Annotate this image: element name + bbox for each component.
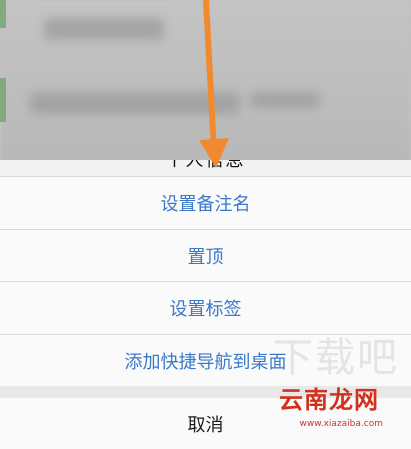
- menu-item-label: 置顶: [187, 246, 224, 268]
- watermark-logo: 云南龙网: [279, 386, 379, 414]
- blurred-accent-bar: [0, 78, 6, 122]
- blurred-text-line: [250, 92, 320, 108]
- menu-item-label: 设置标签: [169, 299, 242, 320]
- blurred-text-line: [30, 92, 240, 114]
- watermark-ghost-text: 下载吧: [273, 335, 399, 381]
- menu-item-label: 添加快捷导航到桌面: [124, 351, 287, 373]
- watermark: 下载吧 云南龙网 www.xiazaiba.com: [261, 335, 401, 435]
- sheet-peek-header: 个人信息: [0, 160, 411, 174]
- watermark-url: www.xiazaiba.com: [299, 419, 383, 429]
- menu-item-pin-top[interactable]: 置顶: [0, 229, 411, 281]
- peek-header-text: 个人信息: [165, 160, 246, 171]
- menu-item-label: 设置备注名: [160, 194, 251, 215]
- blurred-text-line: [44, 18, 164, 40]
- cancel-label: 取消: [187, 414, 224, 436]
- menu-item-set-remark[interactable]: 设置备注名: [0, 176, 411, 229]
- blurred-accent-bar: [0, 0, 6, 28]
